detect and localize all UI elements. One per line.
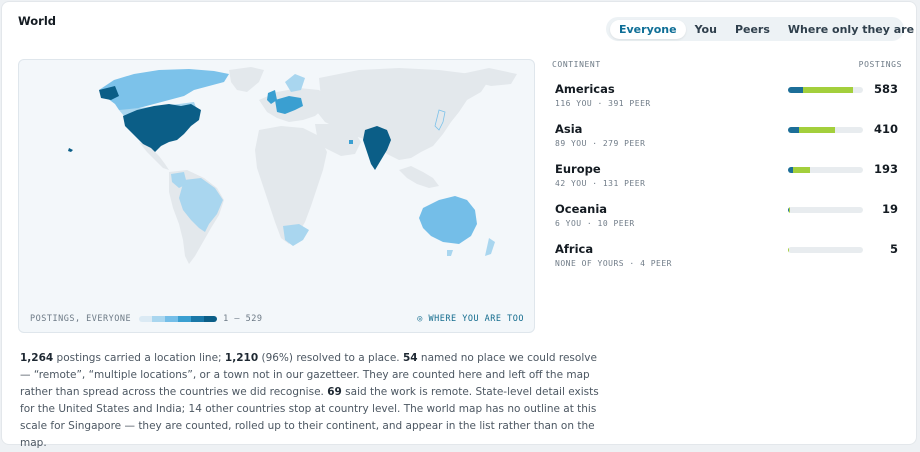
continent-list-header: CONTINENT POSTINGS [552, 60, 902, 69]
region-total: 193 [873, 162, 898, 176]
region-breakdown: 89 YOU · 279 PEER [555, 139, 646, 148]
region-bar [788, 87, 863, 93]
audience-tabs: Everyone You Peers Where only they are [606, 17, 914, 41]
legend-swatch [178, 316, 192, 322]
map-region-tasmania[interactable] [447, 250, 453, 256]
count-postings: 1,264 [20, 352, 54, 364]
bar-peer-segment [802, 87, 854, 93]
region-total: 583 [873, 82, 898, 96]
region-total: 5 [889, 242, 898, 256]
region-breakdown: 42 YOU · 131 PEER [555, 179, 646, 188]
map-region-usa[interactable] [123, 104, 201, 152]
bar-you-segment [788, 87, 803, 93]
region-name: Oceania [555, 202, 608, 216]
region-row-americas[interactable]: Americas 116 YOU · 391 PEER 583 [555, 82, 900, 118]
legend-swatch [165, 316, 179, 322]
region-total: 19 [881, 202, 898, 216]
tab-you[interactable]: You [686, 20, 726, 39]
region-breakdown: 116 YOU · 391 PEER [555, 99, 651, 108]
where-you-are-too-toggle[interactable]: ◎ WHERE YOU ARE TOO [417, 314, 524, 324]
legend-swatch [204, 316, 218, 322]
legend-swatch [139, 316, 153, 322]
world-map-panel: POSTINGS, EVERYONE 1 – 529 ◎ WHERE YOU A… [18, 59, 535, 333]
count-resolved: 1,210 [224, 352, 259, 364]
region-name: Americas [555, 82, 615, 96]
region-breakdown: NONE OF YOURS · 4 PEER [555, 259, 672, 268]
column-header-postings: POSTINGS [858, 60, 902, 69]
world-card: World Everyone You Peers Where only they… [1, 1, 917, 449]
region-breakdown: 6 YOU · 10 PEER [555, 219, 635, 228]
region-bar [788, 127, 863, 133]
column-header-continent: CONTINENT [552, 60, 601, 69]
legend-swatch [152, 316, 166, 322]
map-legend: POSTINGS, EVERYONE 1 – 529 [30, 314, 262, 324]
map-region-uae[interactable] [349, 140, 353, 144]
bar-peer-segment [799, 127, 836, 133]
region-row-oceania[interactable]: Oceania 6 YOU · 10 PEER 19 [555, 202, 900, 238]
map-region-australia[interactable] [419, 196, 477, 244]
region-row-asia[interactable]: Asia 89 YOU · 279 PEER 410 [555, 122, 900, 158]
map-region-hawaii[interactable] [68, 148, 73, 152]
resolution-note: 1,264 postings carried a location line; … [20, 350, 610, 452]
legend-color-scale [139, 316, 218, 322]
map-region-south-africa[interactable] [283, 224, 309, 246]
bar-peer-segment [788, 247, 789, 253]
region-bar [788, 167, 863, 173]
region-total: 410 [873, 122, 898, 136]
region-row-africa[interactable]: Africa NONE OF YOURS · 4 PEER 5 [555, 242, 900, 278]
region-name: Africa [555, 242, 594, 256]
legend-range: 1 – 529 [223, 314, 263, 324]
note-text: (96%) resolved to a place. [258, 352, 403, 364]
bar-peer-segment [788, 207, 791, 213]
note-text: postings carried a location line; [53, 352, 225, 364]
region-bar [788, 247, 863, 253]
region-row-europe[interactable]: Europe 42 YOU · 131 PEER 193 [555, 162, 900, 198]
map-region-greenland[interactable] [229, 67, 264, 92]
map-region-se-asia[interactable] [399, 166, 439, 188]
legend-swatch [191, 316, 205, 322]
region-name: Europe [555, 162, 601, 176]
tab-everyone[interactable]: Everyone [610, 19, 686, 39]
world-map [68, 67, 517, 264]
legend-label: POSTINGS, EVERYONE [30, 314, 132, 324]
count-unresolved: 54 [402, 352, 418, 364]
bar-you-segment [788, 127, 800, 133]
bar-peer-segment [793, 167, 811, 173]
map-region-india[interactable] [363, 126, 391, 170]
section-title: World [18, 14, 57, 28]
region-bar [788, 207, 863, 213]
tab-where-only-they-are[interactable]: Where only they are [779, 20, 920, 39]
count-remote: 69 [327, 386, 342, 398]
map-region-new-zealand[interactable] [485, 238, 495, 256]
tab-peers[interactable]: Peers [726, 20, 779, 39]
region-name: Asia [555, 122, 583, 136]
